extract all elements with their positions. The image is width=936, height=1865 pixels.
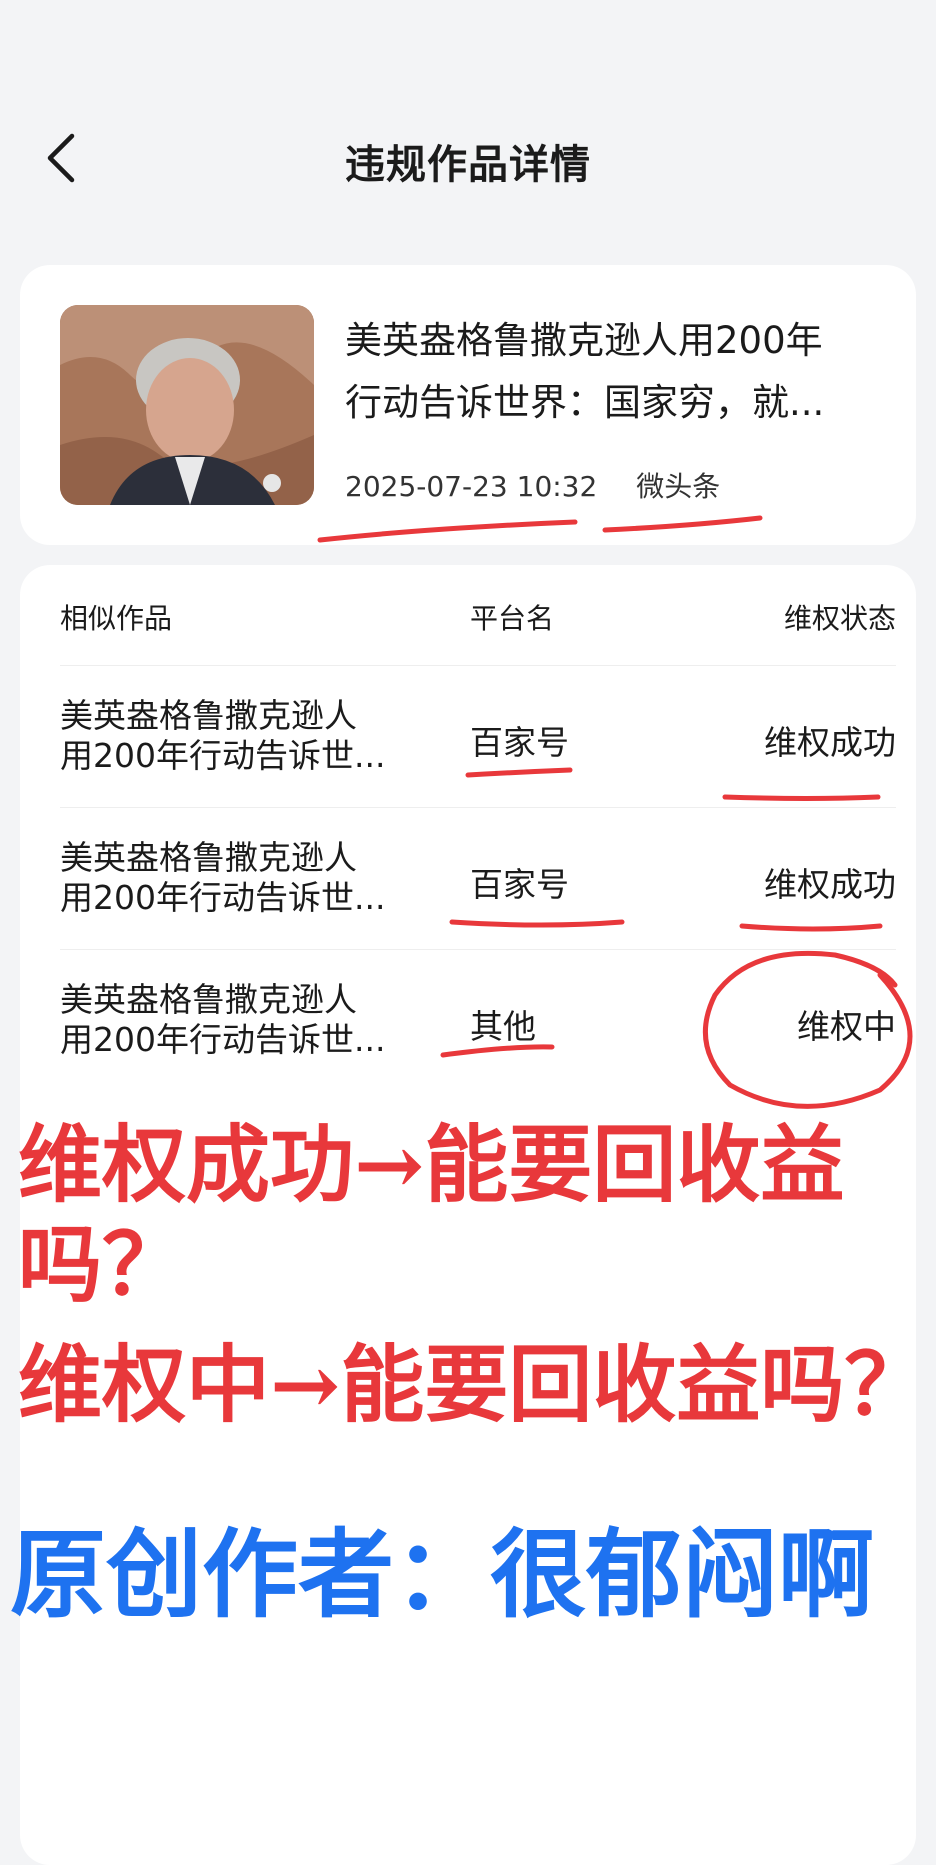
table-row[interactable]: 美英盎格鲁撒克逊人 用200年行动告诉世... 百家号 维权成功 <box>60 665 896 806</box>
row-platform: 百家号 <box>470 723 569 762</box>
table-row[interactable]: 美英盎格鲁撒克逊人 用200年行动告诉世... 百家号 维权成功 <box>60 807 896 948</box>
portrait-image <box>60 305 314 505</box>
row-work-name: 美英盎格鲁撒克逊人 用200年行动告诉世... <box>60 980 386 1059</box>
app-header: 违规作品详情 <box>0 110 936 210</box>
annotation-question-2: 维权中→能要回收益吗？ <box>18 1335 929 1434</box>
work-meta: 2025-07-23 10:32 微头条 <box>345 465 750 505</box>
header-work: 相似作品 <box>60 602 173 635</box>
row-platform: 其他 <box>470 1007 536 1046</box>
table-row[interactable]: 美英盎格鲁撒克逊人 用200年行动告诉世... 其他 维权中 <box>60 949 896 1090</box>
header-status: 维权状态 <box>783 602 896 635</box>
work-platform: 微头条 <box>636 470 721 503</box>
annotation-question-1: 维权成功→能要回收益吗？ <box>18 1115 845 1314</box>
work-datetime: 2025-07-23 10:32 <box>345 470 598 503</box>
work-title[interactable]: 美英盎格鲁撒克逊人用200年 行动告诉世界：国家穷，就... <box>345 310 885 434</box>
row-status: 维权中 <box>797 1007 896 1046</box>
page-title: 违规作品详情 <box>345 142 591 188</box>
work-card[interactable]: 美英盎格鲁撒克逊人用200年 行动告诉世界：国家穷，就... 2025-07-2… <box>20 265 916 545</box>
annotation-author: 原创作者：很郁闷啊 <box>10 1518 874 1631</box>
row-work-name: 美英盎格鲁撒克逊人 用200年行动告诉世... <box>60 838 386 917</box>
row-work-name: 美英盎格鲁撒克逊人 用200年行动告诉世... <box>60 696 386 775</box>
list-header: 相似作品 平台名 维权状态 <box>60 597 896 657</box>
work-thumbnail[interactable] <box>60 305 314 505</box>
row-status: 维权成功 <box>764 865 896 904</box>
row-status: 维权成功 <box>764 723 896 762</box>
header-platform: 平台名 <box>470 602 555 635</box>
row-platform: 百家号 <box>470 865 569 904</box>
